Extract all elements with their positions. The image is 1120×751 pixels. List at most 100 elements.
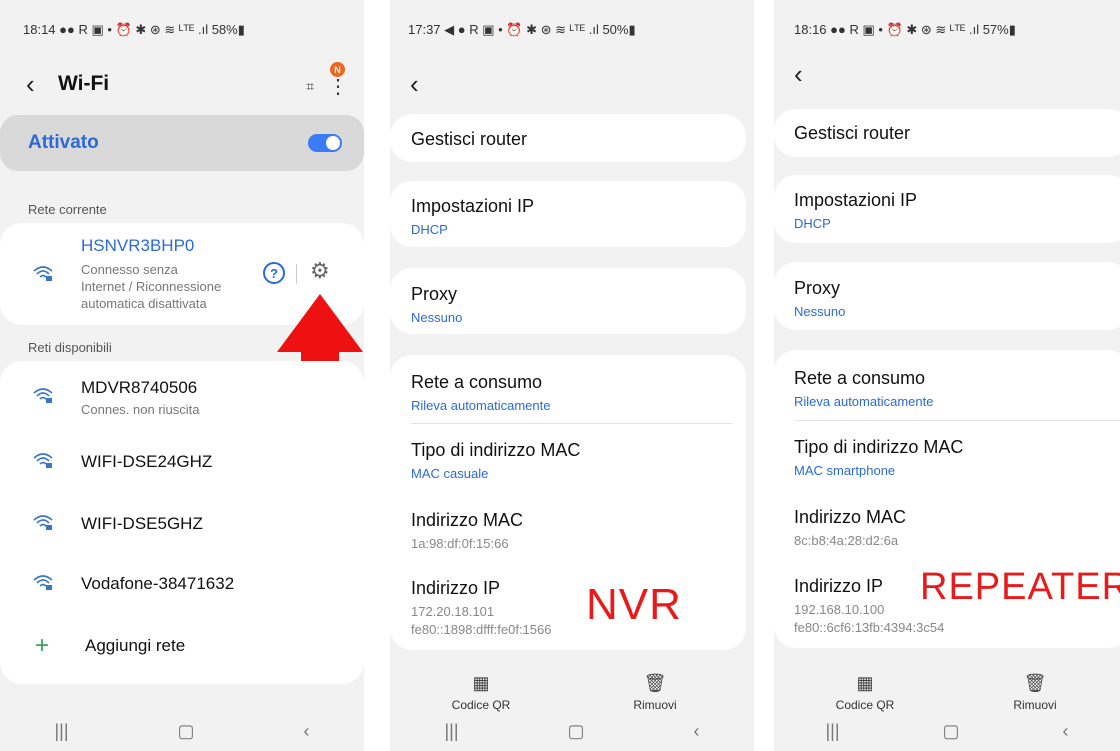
- help-icon[interactable]: ?: [263, 262, 285, 284]
- proxy-label: Proxy: [794, 278, 841, 298]
- header: ‹: [794, 61, 818, 87]
- network-details-screen-nvr: 17:37 ◀ ● R ▣ • ⏰ ✱ ⊛ ≋ ᴸᵀᴱ .ıl 50%▮ ‹ G…: [390, 0, 754, 751]
- manage-router-label: Gestisci router: [794, 123, 911, 143]
- manage-router-label: Gestisci router: [411, 129, 528, 149]
- mac-address-label: Indirizzo MAC: [794, 507, 907, 527]
- system-nav-bar: ||| ▢ ‹: [774, 711, 1120, 751]
- ip-address-item: Indirizzo IP 172.20.18.101 fe80::1898:df…: [411, 578, 551, 637]
- qr-code-label: Codice QR: [835, 698, 895, 712]
- section-current-network: Rete corrente: [28, 202, 107, 217]
- wifi-lock-icon: [32, 450, 54, 475]
- current-network-name[interactable]: HSNVR3BHP0: [81, 236, 194, 256]
- network-name-3[interactable]: Vodafone-38471632: [81, 574, 234, 594]
- repeater-annotation-label: REPEATER: [920, 566, 1120, 608]
- plus-icon: +: [35, 632, 50, 659]
- back-icon[interactable]: ‹: [794, 61, 818, 87]
- proxy-item[interactable]: Proxy Nessuno: [794, 278, 845, 319]
- divider: [296, 264, 297, 284]
- add-network-label: Aggiungi rete: [85, 636, 186, 655]
- add-network-row[interactable]: + Aggiungi rete: [0, 620, 364, 674]
- mac-address-value: 8c:b8:4a:28:d2:6a: [794, 533, 899, 548]
- qr-code-button[interactable]: ▦ Codice QR: [446, 673, 516, 712]
- network-name-1[interactable]: WIFI-DSE24GHZ: [81, 452, 212, 472]
- wifi-toggle-label: Attivato: [28, 132, 99, 153]
- ip-settings-item[interactable]: Impostazioni IP DHCP: [794, 190, 917, 231]
- remove-label: Rimuovi: [1013, 698, 1057, 712]
- metered-item[interactable]: Rete a consumo Rileva automaticamente: [794, 368, 933, 409]
- mac-type-item[interactable]: Tipo di indirizzo MAC MAC casuale: [411, 440, 580, 481]
- qr-scan-icon[interactable]: ⌗: [306, 78, 314, 95]
- network-name-2[interactable]: WIFI-DSE5GHZ: [81, 514, 203, 534]
- proxy-label: Proxy: [411, 284, 458, 304]
- remove-button[interactable]: 🗑 Rimuovi: [1000, 673, 1070, 712]
- metered-item[interactable]: Rete a consumo Rileva automaticamente: [411, 372, 550, 413]
- home-icon[interactable]: ▢: [943, 721, 960, 742]
- network-status-0: Connes. non riuscita: [81, 402, 200, 417]
- back-nav-icon[interactable]: ‹: [1063, 721, 1069, 742]
- remove-button[interactable]: 🗑 Rimuovi: [620, 673, 690, 712]
- manage-router-item[interactable]: Gestisci router: [794, 123, 910, 144]
- mac-type-item[interactable]: Tipo di indirizzo MAC MAC smartphone: [794, 437, 963, 478]
- recents-icon[interactable]: |||: [825, 721, 839, 742]
- qr-code-button[interactable]: ▦ Codice QR: [830, 673, 900, 712]
- mac-address-item: Indirizzo MAC 8c:b8:4a:28:d2:6a: [794, 507, 906, 548]
- mac-address-label: Indirizzo MAC: [411, 510, 524, 530]
- back-icon[interactable]: ‹: [26, 71, 50, 97]
- toggle-knob: [326, 136, 340, 150]
- system-nav-bar: ||| ▢ ‹: [390, 711, 754, 751]
- wifi-lock-icon: [32, 263, 54, 288]
- wifi-lock-icon: [32, 385, 54, 410]
- network-name-0[interactable]: MDVR8740506: [81, 378, 197, 398]
- metered-value: Rileva automaticamente: [794, 394, 934, 409]
- metered-label: Rete a consumo: [411, 372, 543, 392]
- ip-settings-value: DHCP: [411, 222, 448, 237]
- mac-type-label: Tipo di indirizzo MAC: [794, 437, 964, 457]
- header-actions: ⌗ ⋮ N: [306, 62, 348, 99]
- proxy-item[interactable]: Proxy Nessuno: [411, 284, 462, 325]
- wifi-lock-icon: [32, 512, 54, 537]
- metered-value: Rileva automaticamente: [411, 398, 551, 413]
- system-nav-bar: ||| ▢ ‹: [0, 711, 364, 751]
- proxy-value: Nessuno: [411, 310, 463, 325]
- ipv4-value: 172.20.18.101: [411, 604, 495, 619]
- remove-label: Rimuovi: [633, 698, 677, 712]
- ip-settings-item[interactable]: Impostazioni IP DHCP: [411, 196, 534, 237]
- status-bar: 18:16 ●● R ▣ • ⏰ ✱ ⊛ ≋ ᴸᵀᴱ .ıl 57%▮: [794, 22, 1016, 37]
- manage-router-item[interactable]: Gestisci router: [411, 129, 527, 150]
- recents-icon[interactable]: |||: [444, 721, 458, 742]
- wifi-lock-icon: [32, 572, 54, 597]
- qr-code-icon: ▦: [472, 673, 490, 693]
- recents-icon[interactable]: |||: [54, 721, 68, 742]
- section-available-networks: Reti disponibili: [28, 340, 112, 355]
- more-options-icon[interactable]: ⋮ N: [328, 62, 348, 99]
- wifi-toggle-switch[interactable]: [308, 134, 342, 152]
- home-icon[interactable]: ▢: [568, 721, 585, 742]
- wifi-toggle-row[interactable]: Attivato: [0, 115, 364, 171]
- ip-settings-value: DHCP: [794, 216, 831, 231]
- divider: [411, 423, 732, 424]
- ipv6-value: fe80::6cf6:13fb:4394:3c54: [794, 620, 945, 635]
- status-bar: 18:14 ●● R ▣ • ⏰ ✱ ⊛ ≋ ᴸᵀᴱ .ıl 58%▮: [23, 22, 245, 37]
- back-icon[interactable]: ‹: [410, 71, 434, 97]
- notification-badge: N: [330, 62, 345, 77]
- metered-label: Rete a consumo: [794, 368, 926, 388]
- current-network-status-2: Internet / Riconnessione: [81, 279, 222, 294]
- nvr-annotation-label: NVR: [586, 580, 682, 629]
- current-network-status-1: Connesso senza: [81, 262, 178, 277]
- current-network-status-3: automatica disattivata: [81, 296, 207, 311]
- wifi-list-screen: 18:14 ●● R ▣ • ⏰ ✱ ⊛ ≋ ᴸᵀᴱ .ıl 58%▮ ‹ Wi…: [0, 0, 364, 751]
- home-icon[interactable]: ▢: [178, 721, 195, 742]
- back-nav-icon[interactable]: ‹: [304, 721, 310, 742]
- header: ‹: [410, 71, 434, 97]
- gear-icon[interactable]: ⚙: [310, 258, 330, 284]
- status-bar: 17:37 ◀ ● R ▣ • ⏰ ✱ ⊛ ≋ ᴸᵀᴱ .ıl 50%▮: [408, 22, 636, 37]
- header: ‹ Wi-Fi: [26, 71, 109, 97]
- proxy-value: Nessuno: [794, 304, 846, 319]
- trash-icon: 🗑: [643, 673, 667, 693]
- qr-code-label: Codice QR: [451, 698, 511, 712]
- back-nav-icon[interactable]: ‹: [694, 721, 700, 742]
- trash-icon: 🗑: [1023, 673, 1047, 693]
- mac-address-value: 1a:98:df:0f:15:66: [411, 536, 509, 551]
- mac-type-value: MAC smartphone: [794, 463, 896, 478]
- mac-type-label: Tipo di indirizzo MAC: [411, 440, 581, 460]
